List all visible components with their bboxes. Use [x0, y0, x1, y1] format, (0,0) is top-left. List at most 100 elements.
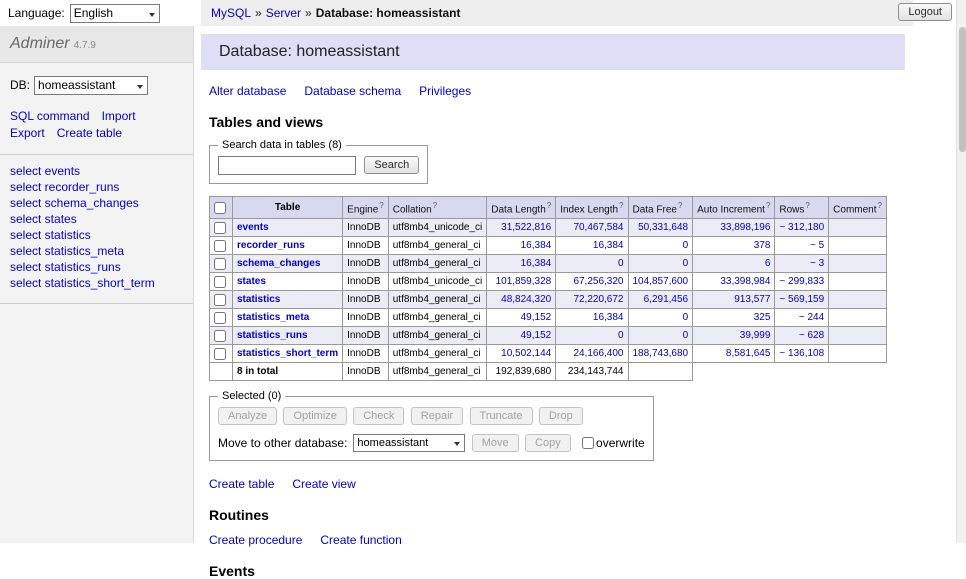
search-button[interactable]: Search [364, 156, 419, 174]
create-table-link[interactable]: Create table [209, 477, 274, 491]
rows-link[interactable]: ~ 3 [810, 258, 824, 269]
move-button[interactable]: Move [472, 434, 519, 452]
row-checkbox[interactable] [214, 258, 226, 270]
help-link[interactable]: ? [619, 201, 623, 210]
row-checkbox[interactable] [214, 312, 226, 324]
sidebar-item-select-statistics-runs[interactable]: select statistics_runs [10, 259, 183, 275]
index-length-link[interactable]: 67,256,320 [573, 276, 623, 287]
table-name-link[interactable]: events [237, 222, 269, 233]
row-checkbox[interactable] [214, 222, 226, 234]
rows-link[interactable]: ~ 299,833 [779, 276, 824, 287]
rows-link[interactable]: ~ 5 [810, 240, 824, 251]
sidebar-item-select-states[interactable]: select states [10, 211, 183, 227]
sidebar-item-select-statistics-short-term[interactable]: select statistics_short_term [10, 275, 183, 291]
table-name-link[interactable]: recorder_runs [237, 240, 305, 251]
table-name-link[interactable]: states [237, 276, 266, 287]
analyze-button[interactable]: Analyze [218, 407, 277, 425]
search-input[interactable] [218, 156, 356, 175]
row-checkbox[interactable] [214, 330, 226, 342]
select-all-checkbox[interactable] [214, 202, 226, 214]
data-free-link[interactable]: 0 [683, 330, 689, 341]
row-checkbox[interactable] [214, 294, 226, 306]
rows-link[interactable]: ~ 136,108 [779, 348, 824, 359]
sidebar-item-select-statistics[interactable]: select statistics [10, 227, 183, 243]
privileges-link[interactable]: Privileges [419, 84, 471, 98]
breadcrumb-link-server[interactable]: Server [266, 6, 301, 20]
vertical-scrollbar[interactable] [956, 0, 966, 543]
copy-button[interactable]: Copy [525, 434, 571, 452]
index-length-link[interactable]: 0 [618, 330, 624, 341]
rows-link[interactable]: ~ 244 [799, 312, 824, 323]
scrollbar-thumb[interactable] [959, 27, 966, 152]
table-name-link[interactable]: statistics_short_term [237, 348, 338, 359]
move-db-select[interactable]: homeassistant [354, 436, 464, 451]
index-length-link[interactable]: 0 [618, 258, 624, 269]
auto-increment-link[interactable]: 33,898,196 [720, 222, 770, 233]
sidebar-link-import[interactable]: Import [102, 109, 136, 123]
auto-increment-link[interactable]: 325 [754, 312, 771, 323]
data-free-link[interactable]: 0 [683, 312, 689, 323]
overwrite-checkbox[interactable] [582, 437, 594, 449]
create-function-link[interactable]: Create function [320, 533, 401, 547]
data-length-link[interactable]: 16,384 [521, 258, 552, 269]
drop-button[interactable]: Drop [539, 407, 583, 425]
truncate-button[interactable]: Truncate [470, 407, 533, 425]
sidebar-link-create-table[interactable]: Create table [57, 126, 122, 140]
overwrite-label[interactable]: overwrite [596, 436, 645, 450]
table-name-link[interactable]: schema_changes [237, 258, 320, 269]
database-schema-link[interactable]: Database schema [304, 84, 401, 98]
create-view-link[interactable]: Create view [292, 477, 355, 491]
rows-link[interactable]: ~ 628 [799, 330, 824, 341]
auto-increment-link[interactable]: 39,999 [740, 330, 771, 341]
index-length-link[interactable]: 16,384 [593, 312, 624, 323]
breadcrumb-link-mysql[interactable]: MySQL [211, 6, 251, 20]
data-length-link[interactable]: 16,384 [521, 240, 552, 251]
data-free-link[interactable]: 6,291,456 [644, 294, 689, 305]
index-length-link[interactable]: 24,166,400 [573, 348, 623, 359]
auto-increment-link[interactable]: 33,398,984 [720, 276, 770, 287]
alter-database-link[interactable]: Alter database [209, 84, 286, 98]
language-select[interactable]: English [71, 5, 159, 22]
row-checkbox[interactable] [214, 348, 226, 360]
rows-link[interactable]: ~ 312,180 [779, 222, 824, 233]
row-checkbox[interactable] [214, 276, 226, 288]
table-name-link[interactable]: statistics_meta [237, 312, 309, 323]
data-length-link[interactable]: 31,522,816 [501, 222, 551, 233]
data-free-link[interactable]: 0 [683, 258, 689, 269]
create-procedure-link[interactable]: Create procedure [209, 533, 302, 547]
sidebar-item-select-statistics-meta[interactable]: select statistics_meta [10, 243, 183, 259]
data-length-link[interactable]: 49,152 [521, 312, 552, 323]
help-link[interactable]: ? [678, 201, 682, 210]
index-length-link[interactable]: 72,220,672 [573, 294, 623, 305]
sidebar-item-select-schema-changes[interactable]: select schema_changes [10, 195, 183, 211]
help-link[interactable]: ? [766, 201, 770, 210]
sidebar-link-sql-command[interactable]: SQL command [10, 109, 90, 123]
sidebar-item-select-events[interactable]: select events [10, 163, 183, 179]
index-length-link[interactable]: 16,384 [593, 240, 624, 251]
row-checkbox[interactable] [214, 240, 226, 252]
help-link[interactable]: ? [878, 201, 882, 210]
data-length-link[interactable]: 49,152 [521, 330, 552, 341]
db-select[interactable]: homeassistant [35, 77, 147, 94]
help-link[interactable]: ? [433, 201, 437, 210]
data-free-link[interactable]: 50,331,648 [638, 222, 688, 233]
sidebar-item-select-recorder-runs[interactable]: select recorder_runs [10, 179, 183, 195]
sidebar-link-export[interactable]: Export [10, 126, 45, 140]
auto-increment-link[interactable]: 8,581,645 [726, 348, 771, 359]
help-link[interactable]: ? [805, 201, 809, 210]
repair-button[interactable]: Repair [411, 407, 463, 425]
data-free-link[interactable]: 0 [683, 240, 689, 251]
data-length-link[interactable]: 48,824,320 [501, 294, 551, 305]
logout-button[interactable]: Logout [898, 3, 952, 21]
rows-link[interactable]: ~ 569,159 [779, 294, 824, 305]
data-free-link[interactable]: 188,743,680 [633, 348, 689, 359]
data-length-link[interactable]: 101,859,328 [496, 276, 552, 287]
data-free-link[interactable]: 104,857,600 [633, 276, 689, 287]
help-link[interactable]: ? [547, 201, 551, 210]
data-length-link[interactable]: 10,502,144 [501, 348, 551, 359]
table-name-link[interactable]: statistics [237, 294, 280, 305]
auto-increment-link[interactable]: 913,577 [734, 294, 770, 305]
auto-increment-link[interactable]: 378 [754, 240, 771, 251]
optimize-button[interactable]: Optimize [283, 407, 346, 425]
auto-increment-link[interactable]: 6 [765, 258, 771, 269]
